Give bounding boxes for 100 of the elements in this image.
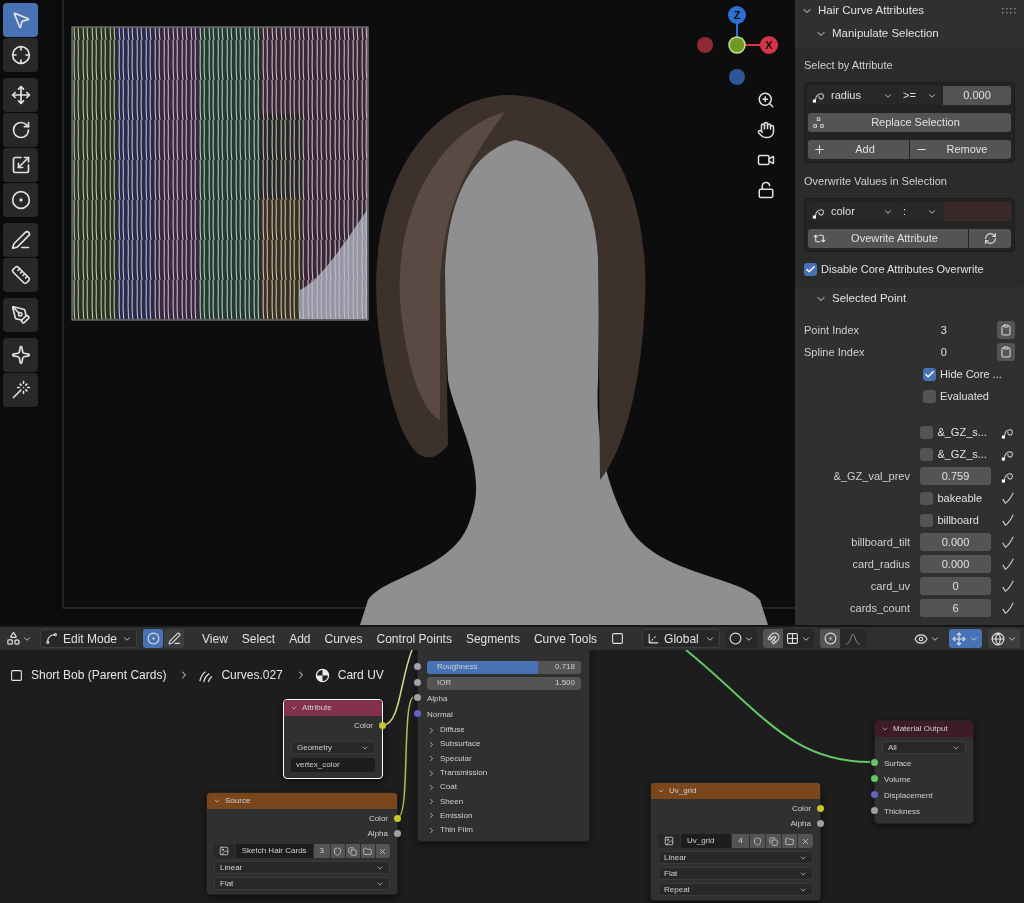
breadcrumb-item[interactable]: Card UV bbox=[337, 666, 384, 684]
operator-dropdown[interactable]: : bbox=[898, 202, 942, 221]
tool-button[interactable] bbox=[3, 38, 38, 72]
replace-selection-button[interactable]: Replace Selection bbox=[808, 113, 1011, 132]
subpanel-header[interactable]: Selected Point bbox=[795, 287, 1024, 311]
axis-handle[interactable] bbox=[728, 36, 746, 54]
select-mode-toggle[interactable] bbox=[164, 629, 184, 648]
orientation-dropdown[interactable]: Global bbox=[642, 629, 721, 648]
panel-toggle[interactable]: Diffuse bbox=[418, 723, 589, 738]
duplicate-button[interactable] bbox=[766, 834, 781, 848]
grip-icon[interactable] bbox=[1002, 7, 1016, 14]
panel-toggle[interactable]: Emission bbox=[418, 808, 589, 824]
operator-dropdown[interactable]: >= bbox=[898, 86, 942, 105]
lock-icon[interactable] bbox=[757, 181, 775, 199]
duplicate-button[interactable] bbox=[345, 844, 360, 858]
panel-toggle[interactable]: Sheen bbox=[418, 794, 589, 809]
node[interactable]: Material Output All Surface Volume Displacement Thickness bbox=[874, 720, 974, 824]
tool-button[interactable] bbox=[3, 223, 38, 257]
gizmo-toggle[interactable] bbox=[949, 629, 982, 648]
number-field[interactable]: IOR 1.500 bbox=[427, 676, 581, 690]
attribute-dropdown[interactable]: radius bbox=[808, 86, 897, 105]
image-name-field[interactable]: Uv_grid bbox=[681, 834, 731, 848]
menu-item[interactable]: Select bbox=[235, 629, 282, 648]
value-field[interactable]: 0.000 bbox=[943, 86, 1011, 105]
select-mode-toggle[interactable] bbox=[143, 629, 163, 648]
value-slider[interactable]: Roughness 0.718 bbox=[427, 660, 581, 674]
menu-item[interactable]: Curve Tools bbox=[527, 629, 604, 648]
menu-item[interactable]: Add bbox=[283, 629, 317, 648]
copy-button[interactable] bbox=[997, 343, 1015, 361]
snap-toggle[interactable] bbox=[763, 629, 784, 648]
node-dropdown[interactable]: All bbox=[882, 741, 966, 754]
image-browse-button[interactable] bbox=[214, 844, 235, 858]
name-field[interactable]: vertex_color bbox=[291, 758, 375, 772]
remove-button[interactable]: Remove bbox=[910, 140, 1011, 159]
node[interactable]: Source Color Alpha Sketch Hair Cards 3 Linear Flat bbox=[206, 792, 398, 895]
axis-handle[interactable] bbox=[760, 36, 778, 54]
overwrite-attribute-button[interactable]: Ovewrite Attribute bbox=[808, 229, 968, 248]
copy-button[interactable] bbox=[997, 321, 1015, 339]
number-field[interactable]: 0.000 bbox=[920, 555, 991, 573]
tool-button[interactable] bbox=[3, 78, 38, 112]
proportional-toggle[interactable] bbox=[820, 629, 841, 648]
fake-user-button[interactable] bbox=[750, 834, 765, 848]
tool-button[interactable] bbox=[3, 298, 38, 332]
attribute-dropdown[interactable]: color bbox=[808, 202, 897, 221]
panel-toggle[interactable]: Transmission bbox=[418, 765, 589, 781]
checkbox[interactable] bbox=[920, 513, 934, 527]
breadcrumb-item[interactable]: Short Bob (Parent Cards) bbox=[31, 666, 167, 684]
breadcrumb-item[interactable]: Curves.027 bbox=[221, 666, 283, 684]
image-browse-button[interactable] bbox=[658, 834, 680, 848]
panel-header[interactable]: Hair Curve Attributes bbox=[795, 0, 925, 21]
node[interactable]: Uv_grid Color Alpha Uv_grid 4 Linear Flat Repeat bbox=[650, 782, 821, 901]
tool-button[interactable] bbox=[3, 183, 38, 217]
panel-toggle[interactable]: Coat bbox=[418, 780, 589, 795]
subpanel-header[interactable]: Manipulate Selection bbox=[795, 21, 1024, 47]
tool-button[interactable] bbox=[3, 148, 38, 182]
navigation-gizmo[interactable]: Z X bbox=[692, 2, 782, 90]
axis-handle[interactable] bbox=[729, 69, 745, 85]
tool-button[interactable] bbox=[3, 338, 38, 372]
menu-item[interactable]: Curves bbox=[318, 629, 369, 648]
shading-dropdown[interactable] bbox=[988, 629, 1020, 648]
checkbox[interactable] bbox=[920, 425, 934, 439]
number-field[interactable]: 0 bbox=[920, 577, 991, 595]
mode-dropdown[interactable]: Edit Mode bbox=[40, 629, 137, 648]
axis-handle[interactable] bbox=[697, 37, 713, 53]
checkbox[interactable] bbox=[923, 367, 936, 381]
open-button[interactable] bbox=[360, 844, 375, 858]
tool-button[interactable] bbox=[3, 113, 38, 147]
panel-toggle[interactable]: Thin Film bbox=[418, 823, 589, 838]
zoom-icon[interactable] bbox=[757, 91, 775, 109]
checkbox[interactable] bbox=[920, 447, 934, 461]
menu-item[interactable]: View bbox=[196, 629, 234, 648]
node[interactable]: Roughness 0.718 IOR 1.500 Alpha Normal Diffuse Subsurface Specular Transmission Coat Sheen Emission Thin Film bbox=[417, 650, 590, 843]
add-button[interactable]: Add bbox=[808, 140, 909, 159]
fake-user-button[interactable] bbox=[330, 844, 345, 858]
square-icon[interactable] bbox=[611, 632, 625, 645]
node-dropdown[interactable]: Flat bbox=[214, 877, 390, 890]
node-dropdown[interactable]: Linear bbox=[658, 851, 813, 864]
node-dropdown[interactable]: Repeat bbox=[658, 883, 813, 896]
number-field[interactable]: 0.759 bbox=[920, 467, 991, 485]
number-field[interactable]: 6 bbox=[920, 599, 991, 617]
image-name-field[interactable]: Sketch Hair Cards bbox=[235, 844, 313, 858]
checkbox[interactable] bbox=[804, 262, 817, 276]
color-swatch[interactable] bbox=[943, 202, 1011, 221]
axis-handle[interactable] bbox=[728, 6, 746, 24]
hand-icon[interactable] bbox=[757, 121, 775, 139]
menu-item[interactable]: Segments bbox=[459, 629, 526, 648]
open-button[interactable] bbox=[782, 834, 797, 848]
refresh-button[interactable] bbox=[969, 229, 1011, 248]
panel-toggle[interactable]: Subsurface bbox=[418, 737, 589, 752]
unlink-button[interactable] bbox=[375, 844, 391, 858]
node-dropdown[interactable]: Linear bbox=[214, 861, 390, 874]
tool-button[interactable] bbox=[3, 258, 38, 292]
node-dropdown[interactable]: Geometry bbox=[291, 741, 375, 754]
panel-toggle[interactable]: Specular bbox=[418, 751, 589, 766]
checkbox[interactable] bbox=[920, 491, 934, 505]
node-dropdown[interactable]: Flat bbox=[658, 867, 813, 880]
number-field[interactable]: 0.000 bbox=[920, 533, 991, 551]
node[interactable]: Attribute Color Geometry vertex_color bbox=[283, 699, 383, 779]
snap-dropdown[interactable] bbox=[783, 629, 815, 648]
tool-button[interactable] bbox=[3, 373, 38, 407]
